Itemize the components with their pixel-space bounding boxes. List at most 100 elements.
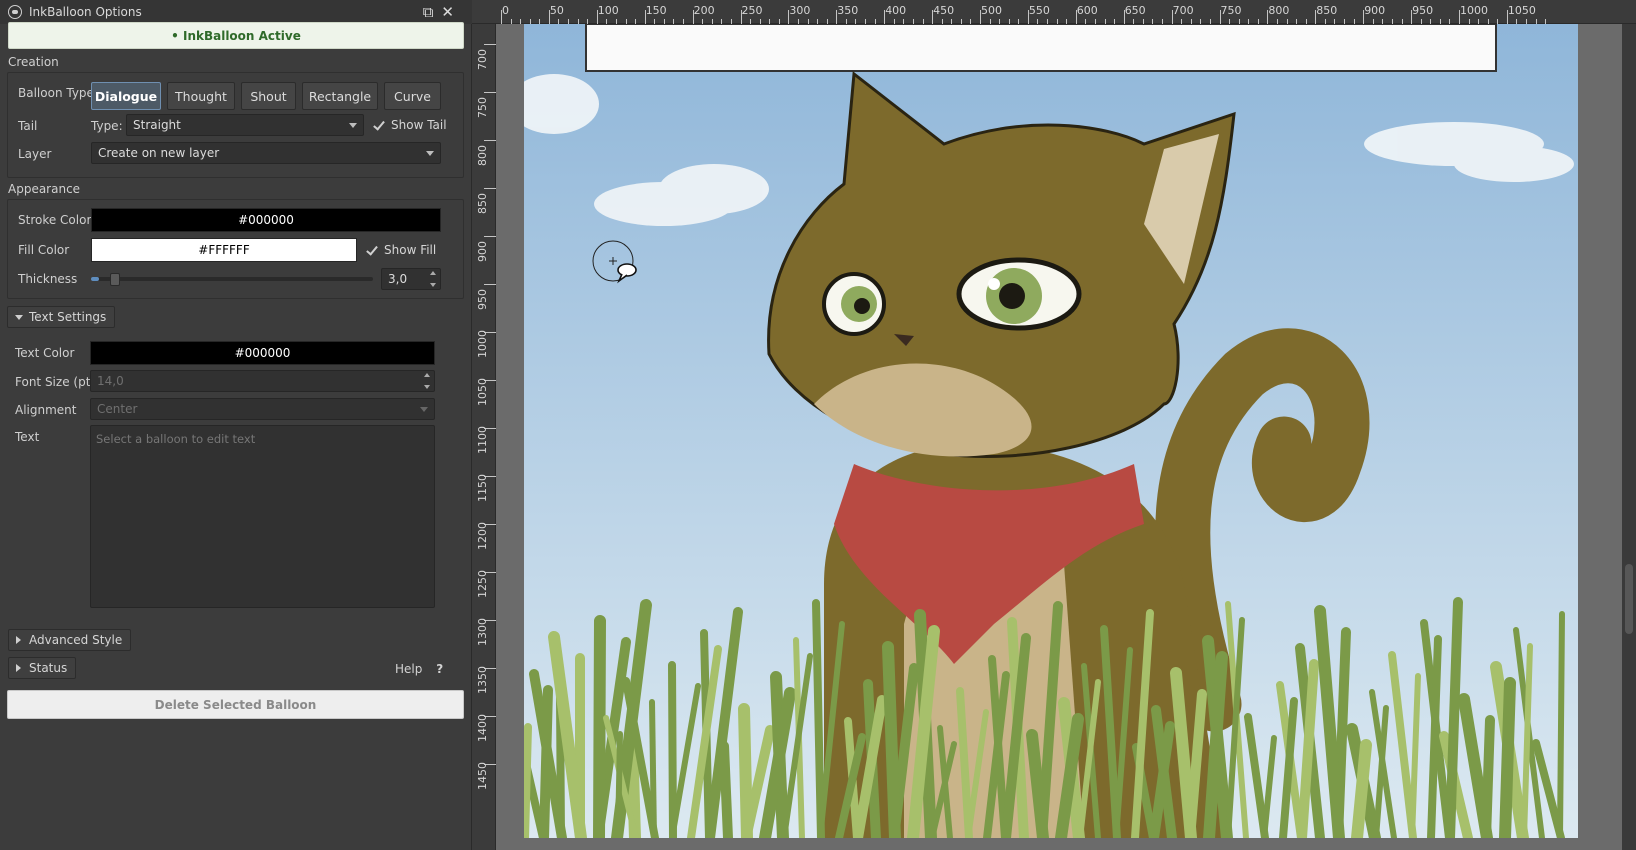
thickness-slider-handle[interactable] bbox=[110, 273, 121, 286]
text-settings-label: Text Settings bbox=[29, 310, 107, 324]
ruler-tick-label: 0 bbox=[502, 4, 509, 17]
float-docker-icon[interactable]: ⧉ bbox=[423, 3, 434, 21]
ruler-tick bbox=[484, 140, 496, 141]
show-fill-checkbox[interactable]: Show Fill bbox=[366, 243, 436, 257]
chevron-down-icon bbox=[426, 151, 434, 156]
grass-blade bbox=[882, 641, 901, 838]
status-toggle[interactable]: Status bbox=[8, 657, 77, 679]
grass-blade bbox=[593, 615, 606, 838]
chevron-down-icon bbox=[349, 123, 357, 128]
tail-type-value: Straight bbox=[133, 118, 181, 132]
ruler-tick-label: 700 bbox=[476, 49, 489, 70]
balloon-type-dialogue-button[interactable]: Dialogue bbox=[91, 82, 161, 110]
fill-color-swatch[interactable]: #FFFFFF bbox=[91, 238, 357, 262]
ruler-tick-label: 1000 bbox=[1460, 4, 1488, 17]
text-label: Text bbox=[15, 430, 40, 444]
spin-up-icon[interactable] bbox=[424, 373, 430, 377]
thickness-slider-fill bbox=[91, 277, 100, 281]
thickness-value: 3,0 bbox=[388, 272, 408, 286]
appearance-section-label: Appearance bbox=[8, 182, 81, 196]
ruler-tick-label: 450 bbox=[933, 4, 955, 17]
font-size-spinbox[interactable]: 14,0 bbox=[90, 370, 435, 392]
ruler-tick-label: 650 bbox=[1124, 4, 1146, 17]
ruler-tick-label: 50 bbox=[549, 4, 564, 17]
ruler-tick-label: 950 bbox=[1412, 4, 1434, 17]
chevron-down-icon bbox=[420, 407, 428, 412]
ruler-tick-label: 900 bbox=[1364, 4, 1386, 17]
expand-down-icon bbox=[15, 314, 23, 320]
appearance-group: Stroke Color #000000 Fill Color #FFFFFF … bbox=[7, 199, 464, 299]
show-fill-label: Show Fill bbox=[384, 243, 437, 257]
text-color-swatch[interactable]: #000000 bbox=[90, 341, 435, 365]
spin-down-icon[interactable] bbox=[430, 283, 436, 287]
fill-color-label-text: Fill Color bbox=[18, 243, 70, 257]
ruler-tick-label: 1400 bbox=[476, 714, 489, 742]
ruler-tick-label: 1350 bbox=[476, 666, 489, 694]
cat-eye-highlight bbox=[988, 278, 1000, 290]
scrollbar-thumb[interactable] bbox=[1625, 564, 1633, 634]
vertical-ruler: 700 750 800 850 900 950 1000 1050 1100 1150 1200 12… bbox=[472, 24, 496, 850]
canvas-area[interactable]: 0 50 100 150 200 250 300 350 400 450 500 550 600 650 7… bbox=[472, 0, 1636, 850]
stroke-color-swatch[interactable]: #000000 bbox=[91, 208, 441, 232]
ruler-tick bbox=[484, 188, 496, 189]
inkballoon-logo-icon bbox=[8, 5, 22, 19]
tail-label: Tail bbox=[18, 119, 38, 133]
ruler-tick bbox=[484, 44, 496, 45]
ruler-tick-label: 700 bbox=[1172, 4, 1194, 17]
text-color-label: Text Color bbox=[15, 346, 75, 360]
ruler-tick-label: 950 bbox=[476, 289, 489, 310]
grass-blade bbox=[1499, 677, 1516, 838]
thickness-spinbox[interactable]: 3,0 bbox=[381, 268, 441, 290]
balloon-type-curve-button[interactable]: Curve bbox=[384, 82, 441, 110]
inkballoon-docker: InkBalloon Options ⧉ ✕ • InkBalloon Acti… bbox=[0, 0, 472, 850]
cat-right-pupil bbox=[999, 283, 1025, 309]
ruler-tick-label: 850 bbox=[1316, 4, 1338, 17]
ruler-tick bbox=[484, 284, 496, 285]
vertical-scrollbar[interactable] bbox=[1622, 24, 1636, 850]
status-label: Status bbox=[29, 661, 68, 675]
expand-right-icon bbox=[16, 636, 21, 644]
spin-down-icon[interactable] bbox=[424, 385, 430, 389]
ruler-tick bbox=[484, 236, 496, 237]
ruler-tick-label: 250 bbox=[741, 4, 763, 17]
grass-blade bbox=[539, 685, 553, 838]
grass-blade bbox=[615, 731, 623, 838]
ruler-tick-label: 350 bbox=[837, 4, 859, 17]
ruler-tick-label: 1200 bbox=[476, 522, 489, 550]
ruler-tick-label: 200 bbox=[693, 4, 715, 17]
ruler-tick-label: 1300 bbox=[476, 618, 489, 646]
plugin-active-indicator: • InkBalloon Active bbox=[8, 22, 464, 49]
layer-select[interactable]: Create on new layer bbox=[91, 142, 441, 164]
ruler-tick-label: 1450 bbox=[476, 762, 489, 790]
ruler-tick-label: 600 bbox=[1076, 4, 1098, 17]
docker-titlebar: InkBalloon Options ⧉ ✕ bbox=[0, 0, 472, 24]
thickness-slider-track[interactable] bbox=[91, 277, 373, 281]
grass-blade bbox=[1557, 611, 1565, 838]
comic-artwork[interactable] bbox=[524, 24, 1578, 838]
balloon-type-rectangle-button[interactable]: Rectangle bbox=[302, 82, 378, 110]
balloon-type-label: Balloon Type bbox=[18, 86, 94, 100]
ruler-tick-label: 550 bbox=[1028, 4, 1050, 17]
stroke-color-label: Stroke Color bbox=[18, 213, 92, 227]
ruler-tick-label: 850 bbox=[476, 193, 489, 214]
show-tail-checkbox[interactable]: Show Tail bbox=[373, 118, 447, 132]
grass-blade bbox=[738, 703, 753, 838]
cat-left-pupil bbox=[854, 298, 870, 314]
alignment-value: Center bbox=[97, 402, 138, 416]
balloon-text-area[interactable]: Select a balloon to edit text bbox=[90, 425, 435, 608]
delete-balloon-button[interactable]: Delete Selected Balloon bbox=[7, 690, 464, 719]
tail-type-select[interactable]: Straight bbox=[126, 114, 364, 136]
text-settings-toggle[interactable]: Text Settings bbox=[7, 306, 116, 328]
balloon-type-thought-button[interactable]: Thought bbox=[167, 82, 235, 110]
help-link[interactable]: Help ? bbox=[395, 662, 443, 676]
advanced-style-toggle[interactable]: Advanced Style bbox=[8, 629, 132, 651]
balloon-type-shout-button[interactable]: Shout bbox=[241, 82, 296, 110]
alignment-select[interactable]: Center bbox=[90, 398, 435, 420]
ruler-tick-label: 750 bbox=[1220, 4, 1242, 17]
close-docker-icon[interactable]: ✕ bbox=[441, 3, 454, 21]
layer-label: Layer bbox=[18, 147, 52, 161]
top-comic-panel bbox=[585, 24, 1497, 72]
ruler-tick-label: 1050 bbox=[476, 378, 489, 406]
spin-up-icon[interactable] bbox=[430, 271, 436, 275]
show-tail-label: Show Tail bbox=[391, 118, 447, 132]
